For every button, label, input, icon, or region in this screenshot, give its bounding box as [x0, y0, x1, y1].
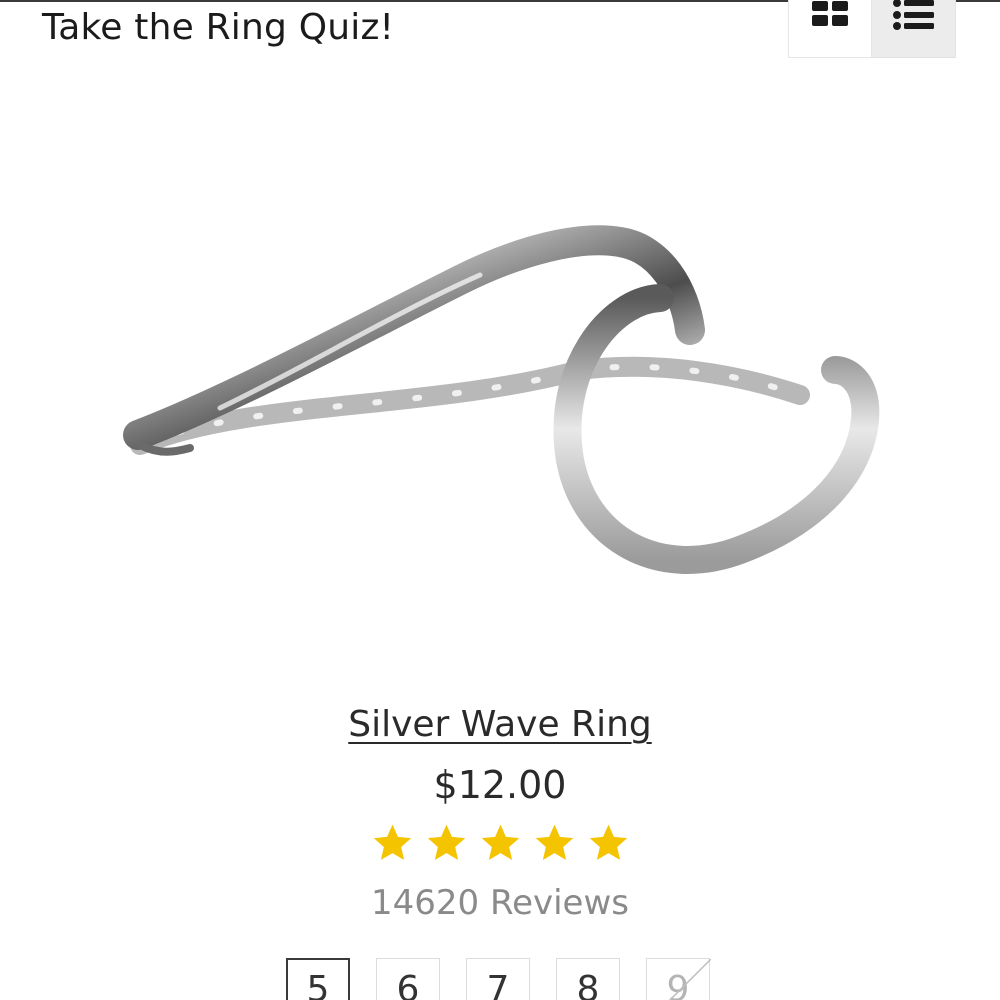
rating-stars — [0, 822, 1000, 864]
star-icon — [533, 822, 576, 864]
size-option-5[interactable]: 5 — [286, 958, 350, 1000]
size-option-8[interactable]: 8 — [556, 958, 620, 1000]
product-name-link[interactable]: Silver Wave Ring — [348, 704, 652, 745]
star-icon — [587, 822, 630, 864]
star-icon — [479, 822, 522, 864]
size-options: 5 6 7 8 9 — [286, 958, 711, 1000]
grid-view-icon — [812, 1, 848, 26]
product-price: $12.00 — [433, 763, 567, 807]
size-option-9[interactable]: 9 — [646, 958, 711, 1000]
grid-view-button[interactable] — [788, 0, 872, 58]
size-option-6[interactable]: 6 — [376, 958, 440, 1000]
star-icon — [371, 822, 414, 864]
product-name: Silver Wave Ring — [0, 700, 1000, 750]
list-view-icon — [892, 0, 934, 30]
review-count[interactable]: 14620 Reviews — [0, 878, 1000, 928]
product-listing-page: Take the Ring Quiz! Silver Wave Ring $12… — [0, 0, 1000, 1000]
size-option-7[interactable]: 7 — [466, 958, 530, 1000]
ring-quiz-link[interactable]: Take the Ring Quiz! — [42, 2, 394, 54]
unavailable-strike-icon — [668, 959, 711, 1000]
view-toggle — [788, 0, 956, 58]
star-icon — [425, 822, 468, 864]
list-view-button[interactable] — [872, 0, 956, 58]
silver-wave-ring-image — [123, 225, 880, 574]
product-image[interactable] — [100, 180, 900, 620]
